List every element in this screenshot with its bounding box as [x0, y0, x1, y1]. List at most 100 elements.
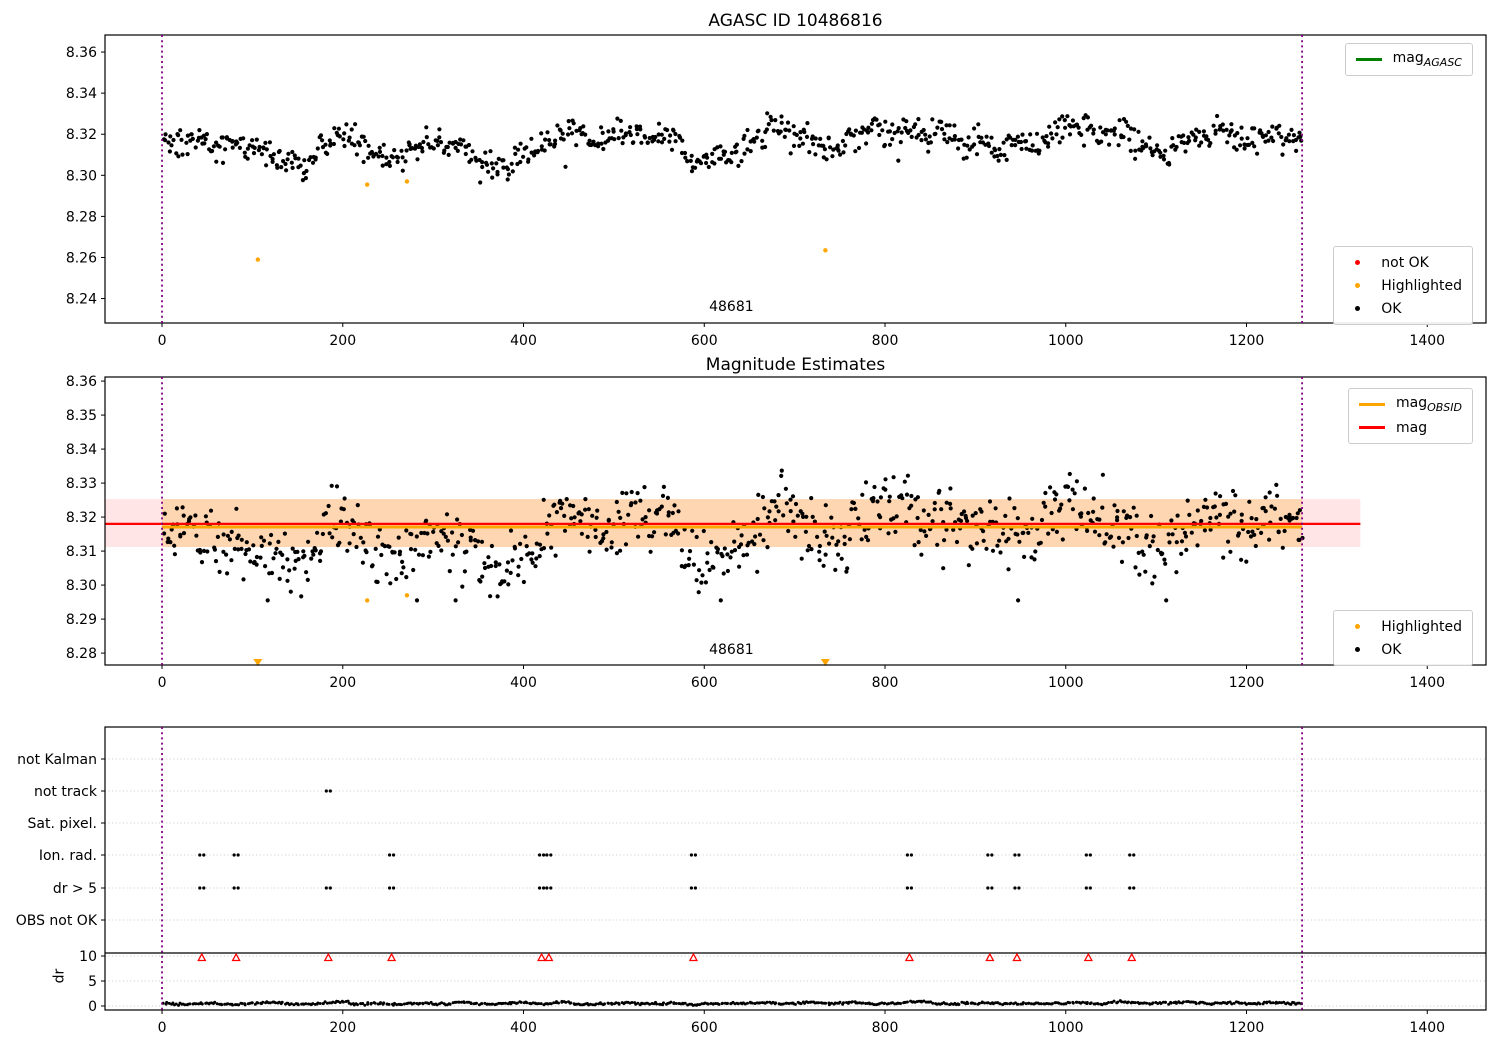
ok-point — [493, 560, 498, 565]
ok-point — [469, 157, 474, 162]
ok-point — [543, 137, 548, 142]
flag-point — [232, 886, 236, 890]
ok-point — [239, 537, 244, 542]
ok-point — [1148, 146, 1153, 151]
ok-point — [399, 148, 404, 153]
ok-point — [1124, 119, 1129, 124]
ok-point — [292, 566, 297, 571]
ok-point — [1224, 127, 1229, 132]
ok-point — [1052, 497, 1058, 502]
ok-point — [337, 540, 342, 545]
ok-point — [199, 560, 205, 565]
ok-point — [587, 138, 592, 143]
ok-point — [438, 140, 444, 145]
ok-point — [1015, 516, 1020, 521]
dr-point — [931, 1001, 935, 1005]
ok-point — [1215, 113, 1220, 119]
ok-point — [836, 552, 841, 557]
ok-point — [286, 151, 291, 156]
dr-point — [706, 1002, 710, 1006]
dr-point — [480, 1002, 484, 1005]
ok-point — [1074, 479, 1079, 484]
ok-point — [1276, 131, 1281, 136]
x-tick-label: 0 — [158, 675, 167, 691]
ok-point — [480, 160, 485, 165]
ok-point — [172, 543, 177, 548]
flag-point — [1088, 886, 1092, 890]
dr-point — [387, 1002, 391, 1006]
dr-point — [1169, 1001, 1173, 1005]
dr-point — [382, 1001, 386, 1005]
ok-point — [224, 552, 229, 557]
ok-point — [1044, 134, 1049, 139]
ok-point — [656, 139, 661, 144]
flag-label-not-track: not track — [34, 784, 98, 800]
flag-point — [693, 853, 698, 857]
ok-point — [638, 127, 643, 132]
ok-point — [1228, 549, 1233, 554]
ok-point — [1055, 125, 1060, 130]
ok-point — [513, 151, 518, 156]
ok-point — [404, 575, 409, 580]
legend-line-sample — [1358, 426, 1385, 429]
ok-point — [506, 582, 511, 587]
ok-point — [542, 148, 547, 153]
ok-point — [488, 594, 493, 599]
obsid-annotation: 48681 — [709, 642, 754, 658]
dr-point — [774, 1001, 778, 1005]
dr-point — [1164, 1000, 1167, 1004]
ok-point — [916, 117, 921, 122]
ok-point — [1212, 504, 1217, 509]
ok-point — [455, 517, 460, 522]
ok-point — [259, 543, 264, 549]
ok-point — [521, 579, 527, 585]
ok-point — [411, 567, 416, 573]
ok-point — [707, 567, 712, 573]
ok-point — [1076, 125, 1081, 130]
ok-point — [809, 547, 814, 552]
ok-point — [1282, 528, 1287, 534]
ok-point — [830, 154, 835, 159]
ok-point — [922, 529, 927, 534]
ok-point — [921, 127, 926, 133]
ok-point — [1199, 140, 1204, 145]
ok-point — [480, 574, 485, 579]
dr-point — [1240, 1001, 1244, 1005]
ok-point — [270, 159, 275, 164]
ok-point — [1255, 151, 1260, 156]
ok-point — [1060, 114, 1065, 119]
ok-point — [1043, 504, 1048, 509]
ok-point — [541, 497, 546, 502]
ok-point — [990, 548, 996, 553]
ok-point — [163, 132, 168, 137]
ok-point — [1116, 143, 1121, 148]
ok-point — [214, 159, 219, 164]
ok-point — [446, 152, 451, 157]
ok-point — [1150, 539, 1155, 544]
flag-point — [391, 853, 396, 857]
dr-point — [1145, 1001, 1149, 1005]
ok-point — [633, 500, 638, 505]
ok-point — [878, 495, 884, 500]
dr-point — [1096, 1002, 1100, 1006]
ok-point — [361, 134, 366, 139]
ok-point — [1239, 518, 1244, 524]
ok-point — [466, 142, 472, 148]
ok-point — [245, 156, 250, 161]
ok-point — [1134, 513, 1139, 518]
y-tick-label: 8.29 — [66, 612, 97, 628]
ok-point — [779, 473, 784, 478]
flag-point — [232, 853, 236, 857]
ok-point — [709, 540, 714, 545]
ok-point — [590, 513, 595, 518]
ok-point — [896, 126, 901, 131]
ok-point — [826, 135, 831, 140]
flag-point — [328, 886, 332, 890]
ok-point — [722, 149, 728, 154]
ok-point — [874, 117, 879, 122]
ok-point — [400, 155, 405, 160]
ok-point — [552, 141, 558, 147]
ok-point — [347, 541, 352, 546]
flag-point — [905, 853, 910, 857]
ok-point — [450, 530, 455, 535]
